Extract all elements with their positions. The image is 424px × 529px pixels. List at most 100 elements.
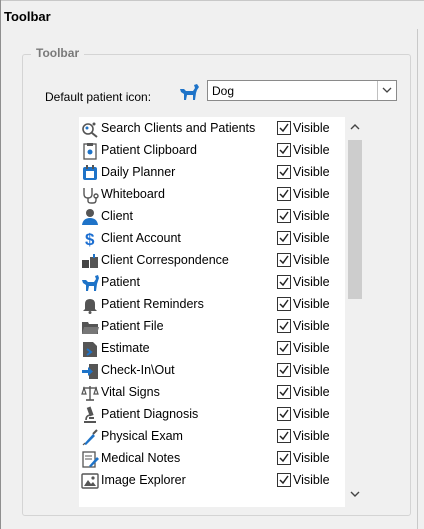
toolbar-item-label: Patient File (101, 319, 164, 333)
toolbar-item-label: Medical Notes (101, 451, 181, 465)
visible-label[interactable]: Visible (293, 253, 330, 267)
visible-label[interactable]: Visible (293, 187, 330, 201)
group-legend: Toolbar (31, 46, 85, 60)
toolbar-item-row: Estimate Visible (79, 338, 365, 360)
toolbar-item-row: Check-In\Out Visible (79, 360, 365, 382)
dog-icon (180, 84, 199, 100)
toolbar-item-row: Patient Clipboard Visible (79, 140, 365, 162)
toolbar-item-label: Search Clients and Patients (101, 121, 256, 135)
visible-label[interactable]: Visible (293, 451, 330, 465)
toolbar-item-label: Patient Clipboard (101, 143, 197, 157)
toolbar-item-label: Patient (101, 275, 140, 289)
visible-checkbox[interactable] (277, 429, 292, 444)
estimate-icon (83, 342, 97, 357)
visible-label[interactable]: Visible (293, 473, 330, 487)
visible-checkbox[interactable] (277, 385, 292, 400)
toolbar-item-row: Physical Exam Visible (79, 426, 365, 448)
search-pets-icon (82, 122, 98, 138)
toolbar-item-row: Image Explorer Visible (79, 470, 365, 492)
top-rule (0, 0, 424, 1)
visible-label[interactable]: Visible (293, 143, 330, 157)
visible-label[interactable]: Visible (293, 341, 330, 355)
toolbar-item-row: Medical Notes Visible (79, 448, 365, 470)
toolbar-item-label: Client (101, 209, 133, 223)
bell-icon (83, 299, 97, 314)
visible-label[interactable]: Visible (293, 275, 330, 289)
default-icon-select[interactable]: Dog (207, 80, 397, 101)
visible-label[interactable]: Visible (293, 165, 330, 179)
visible-label[interactable]: Visible (293, 121, 330, 135)
visible-checkbox[interactable] (277, 165, 292, 180)
visible-checkbox[interactable] (277, 231, 292, 246)
toolbar-item-label: Estimate (101, 341, 150, 355)
dropdown-button[interactable] (377, 81, 396, 100)
list-scrollbar[interactable] (345, 117, 365, 507)
dollar-icon: $ (85, 230, 95, 248)
visible-checkbox[interactable] (277, 473, 292, 488)
check-in-arrow-icon (82, 364, 98, 379)
right-edge-rule (417, 29, 418, 529)
clipboard-icon (83, 143, 97, 160)
visible-checkbox[interactable] (277, 451, 292, 466)
visible-checkbox[interactable] (277, 319, 292, 334)
chevron-down-icon (382, 87, 392, 93)
visible-checkbox[interactable] (277, 275, 292, 290)
visible-checkbox[interactable] (277, 143, 292, 158)
toolbar-item-row: Whiteboard Visible (79, 184, 365, 206)
toolbar-item-row: Patient File Visible (79, 316, 365, 338)
visible-label[interactable]: Visible (293, 319, 330, 333)
default-icon-label: Default patient icon: (45, 90, 152, 104)
mailbox-icon (82, 254, 98, 268)
visible-label[interactable]: Visible (293, 385, 330, 399)
visible-label[interactable]: Visible (293, 363, 330, 377)
notes-icon (82, 451, 99, 468)
visible-checkbox[interactable] (277, 209, 292, 224)
stethoscope-icon (83, 188, 99, 204)
syringe-icon (82, 429, 98, 446)
visible-checkbox[interactable] (277, 363, 292, 378)
scroll-down-icon[interactable] (350, 491, 360, 497)
toolbar-item-label: Physical Exam (101, 429, 183, 443)
toolbar-item-row: Client Correspondence Visible (79, 250, 365, 272)
folder-icon (82, 322, 99, 334)
toolbar-item-label: Vital Signs (101, 385, 160, 399)
client-icon (82, 209, 98, 225)
toolbar-item-label: Check-In\Out (101, 363, 175, 377)
visible-checkbox[interactable] (277, 121, 292, 136)
visible-label[interactable]: Visible (293, 297, 330, 311)
toolbar-item-row: Search Clients and Patients Visible (79, 118, 365, 140)
visible-checkbox[interactable] (277, 341, 292, 356)
visible-label[interactable]: Visible (293, 429, 330, 443)
page-title: Toolbar (4, 9, 51, 24)
toolbar-item-row: Daily Planner Visible (79, 162, 365, 184)
toolbar-item-row: $ Client Account Visible (79, 228, 365, 250)
visible-checkbox[interactable] (277, 187, 292, 202)
scale-icon (81, 386, 99, 401)
default-icon-value: Dog (212, 84, 235, 98)
toolbar-item-label: Client Account (101, 231, 181, 245)
visible-checkbox[interactable] (277, 253, 292, 268)
dog-icon (82, 275, 99, 291)
toolbar-item-label: Daily Planner (101, 165, 176, 179)
toolbar-item-row: Patient Reminders Visible (79, 294, 365, 316)
microscope-icon (84, 406, 96, 423)
toolbar-item-label: Whiteboard (101, 187, 165, 201)
visible-checkbox[interactable] (277, 297, 292, 312)
visible-label[interactable]: Visible (293, 407, 330, 421)
visible-checkbox[interactable] (277, 407, 292, 422)
toolbar-item-row: Patient Visible (79, 272, 365, 294)
toolbar-items-list: Search Clients and Patients Visible Patien… (79, 117, 365, 507)
toolbar-item-label: Patient Reminders (101, 297, 204, 311)
scroll-thumb[interactable] (348, 140, 362, 299)
left-edge-rule (0, 0, 1, 529)
toolbar-item-row: Patient Diagnosis Visible (79, 404, 365, 426)
toolbar-item-row: Client Visible (79, 206, 365, 228)
visible-label[interactable]: Visible (293, 209, 330, 223)
visible-label[interactable]: Visible (293, 231, 330, 245)
toolbar-item-row: Vital Signs Visible (79, 382, 365, 404)
toolbar-item-label: Patient Diagnosis (101, 407, 199, 421)
planner-icon (83, 165, 97, 180)
scroll-up-icon[interactable] (350, 124, 360, 130)
image-icon (81, 473, 99, 489)
toolbar-item-label: Image Explorer (101, 473, 186, 487)
